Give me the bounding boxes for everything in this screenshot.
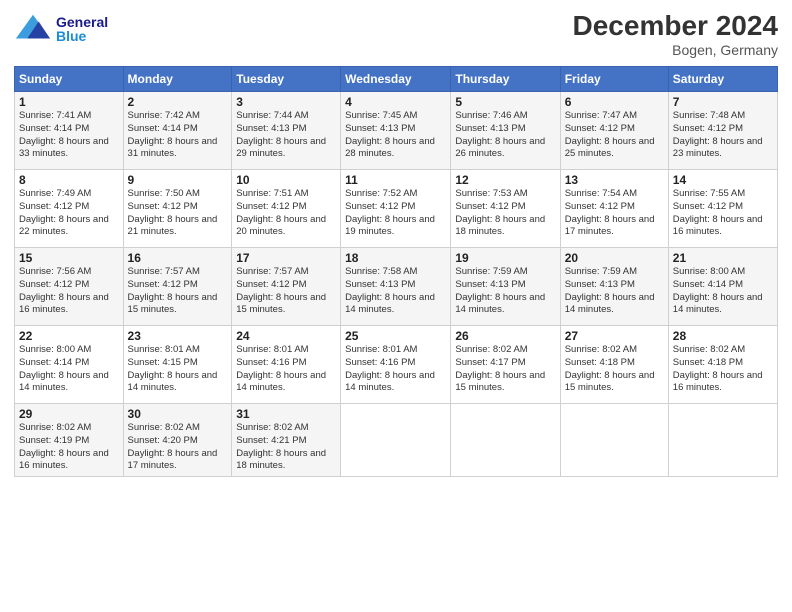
table-row: 8 Sunrise: 7:49 AMSunset: 4:12 PMDayligh… bbox=[15, 170, 778, 248]
cell-19: 19 Sunrise: 7:59 AMSunset: 4:13 PMDaylig… bbox=[451, 248, 560, 326]
table-row: 15 Sunrise: 7:56 AMSunset: 4:12 PMDaylig… bbox=[15, 248, 778, 326]
cell-10: 10 Sunrise: 7:51 AMSunset: 4:12 PMDaylig… bbox=[232, 170, 341, 248]
cell-12: 12 Sunrise: 7:53 AMSunset: 4:12 PMDaylig… bbox=[451, 170, 560, 248]
cell-16: 16 Sunrise: 7:57 AMSunset: 4:12 PMDaylig… bbox=[123, 248, 232, 326]
cell-1: 1 Sunrise: 7:41 AMSunset: 4:14 PMDayligh… bbox=[15, 92, 124, 170]
cell-15: 15 Sunrise: 7:56 AMSunset: 4:12 PMDaylig… bbox=[15, 248, 124, 326]
col-wednesday: Wednesday bbox=[341, 67, 451, 92]
cell-29: 29 Sunrise: 8:02 AMSunset: 4:19 PMDaylig… bbox=[15, 404, 124, 477]
table-row: 22 Sunrise: 8:00 AMSunset: 4:14 PMDaylig… bbox=[15, 326, 778, 404]
month-title: December 2024 bbox=[573, 10, 778, 42]
cell-2: 2 Sunrise: 7:42 AMSunset: 4:14 PMDayligh… bbox=[123, 92, 232, 170]
col-monday: Monday bbox=[123, 67, 232, 92]
cell-3: 3 Sunrise: 7:44 AMSunset: 4:13 PMDayligh… bbox=[232, 92, 341, 170]
logo-text: General Blue bbox=[56, 15, 108, 43]
header: General Blue December 2024 Bogen, German… bbox=[14, 10, 778, 58]
cell-empty-3 bbox=[560, 404, 668, 477]
cell-5: 5 Sunrise: 7:46 AMSunset: 4:13 PMDayligh… bbox=[451, 92, 560, 170]
cell-17: 17 Sunrise: 7:57 AMSunset: 4:12 PMDaylig… bbox=[232, 248, 341, 326]
col-saturday: Saturday bbox=[668, 67, 777, 92]
col-tuesday: Tuesday bbox=[232, 67, 341, 92]
title-section: December 2024 Bogen, Germany bbox=[573, 10, 778, 58]
cell-28: 28 Sunrise: 8:02 AMSunset: 4:18 PMDaylig… bbox=[668, 326, 777, 404]
cell-25: 25 Sunrise: 8:01 AMSunset: 4:16 PMDaylig… bbox=[341, 326, 451, 404]
cell-8: 8 Sunrise: 7:49 AMSunset: 4:12 PMDayligh… bbox=[15, 170, 124, 248]
cell-9: 9 Sunrise: 7:50 AMSunset: 4:12 PMDayligh… bbox=[123, 170, 232, 248]
calendar-table: Sunday Monday Tuesday Wednesday Thursday… bbox=[14, 66, 778, 477]
cell-18: 18 Sunrise: 7:58 AMSunset: 4:13 PMDaylig… bbox=[341, 248, 451, 326]
cell-11: 11 Sunrise: 7:52 AMSunset: 4:12 PMDaylig… bbox=[341, 170, 451, 248]
cell-24: 24 Sunrise: 8:01 AMSunset: 4:16 PMDaylig… bbox=[232, 326, 341, 404]
cell-21: 21 Sunrise: 8:00 AMSunset: 4:14 PMDaylig… bbox=[668, 248, 777, 326]
logo-icon bbox=[14, 10, 52, 48]
cell-30: 30 Sunrise: 8:02 AMSunset: 4:20 PMDaylig… bbox=[123, 404, 232, 477]
cell-empty-2 bbox=[451, 404, 560, 477]
cell-empty-4 bbox=[668, 404, 777, 477]
cell-31: 31 Sunrise: 8:02 AMSunset: 4:21 PMDaylig… bbox=[232, 404, 341, 477]
location: Bogen, Germany bbox=[573, 42, 778, 58]
cell-22: 22 Sunrise: 8:00 AMSunset: 4:14 PMDaylig… bbox=[15, 326, 124, 404]
table-row: 29 Sunrise: 8:02 AMSunset: 4:19 PMDaylig… bbox=[15, 404, 778, 477]
header-row: Sunday Monday Tuesday Wednesday Thursday… bbox=[15, 67, 778, 92]
cell-7: 7 Sunrise: 7:48 AMSunset: 4:12 PMDayligh… bbox=[668, 92, 777, 170]
cell-6: 6 Sunrise: 7:47 AMSunset: 4:12 PMDayligh… bbox=[560, 92, 668, 170]
page-container: General Blue December 2024 Bogen, German… bbox=[0, 0, 792, 485]
table-row: 1 Sunrise: 7:41 AMSunset: 4:14 PMDayligh… bbox=[15, 92, 778, 170]
col-thursday: Thursday bbox=[451, 67, 560, 92]
cell-empty-1 bbox=[341, 404, 451, 477]
cell-26: 26 Sunrise: 8:02 AMSunset: 4:17 PMDaylig… bbox=[451, 326, 560, 404]
col-friday: Friday bbox=[560, 67, 668, 92]
col-sunday: Sunday bbox=[15, 67, 124, 92]
cell-20: 20 Sunrise: 7:59 AMSunset: 4:13 PMDaylig… bbox=[560, 248, 668, 326]
cell-23: 23 Sunrise: 8:01 AMSunset: 4:15 PMDaylig… bbox=[123, 326, 232, 404]
logo-general: General bbox=[56, 15, 108, 29]
cell-27: 27 Sunrise: 8:02 AMSunset: 4:18 PMDaylig… bbox=[560, 326, 668, 404]
cell-4: 4 Sunrise: 7:45 AMSunset: 4:13 PMDayligh… bbox=[341, 92, 451, 170]
cell-13: 13 Sunrise: 7:54 AMSunset: 4:12 PMDaylig… bbox=[560, 170, 668, 248]
cell-14: 14 Sunrise: 7:55 AMSunset: 4:12 PMDaylig… bbox=[668, 170, 777, 248]
logo: General Blue bbox=[14, 10, 108, 48]
logo-blue: Blue bbox=[56, 29, 108, 43]
